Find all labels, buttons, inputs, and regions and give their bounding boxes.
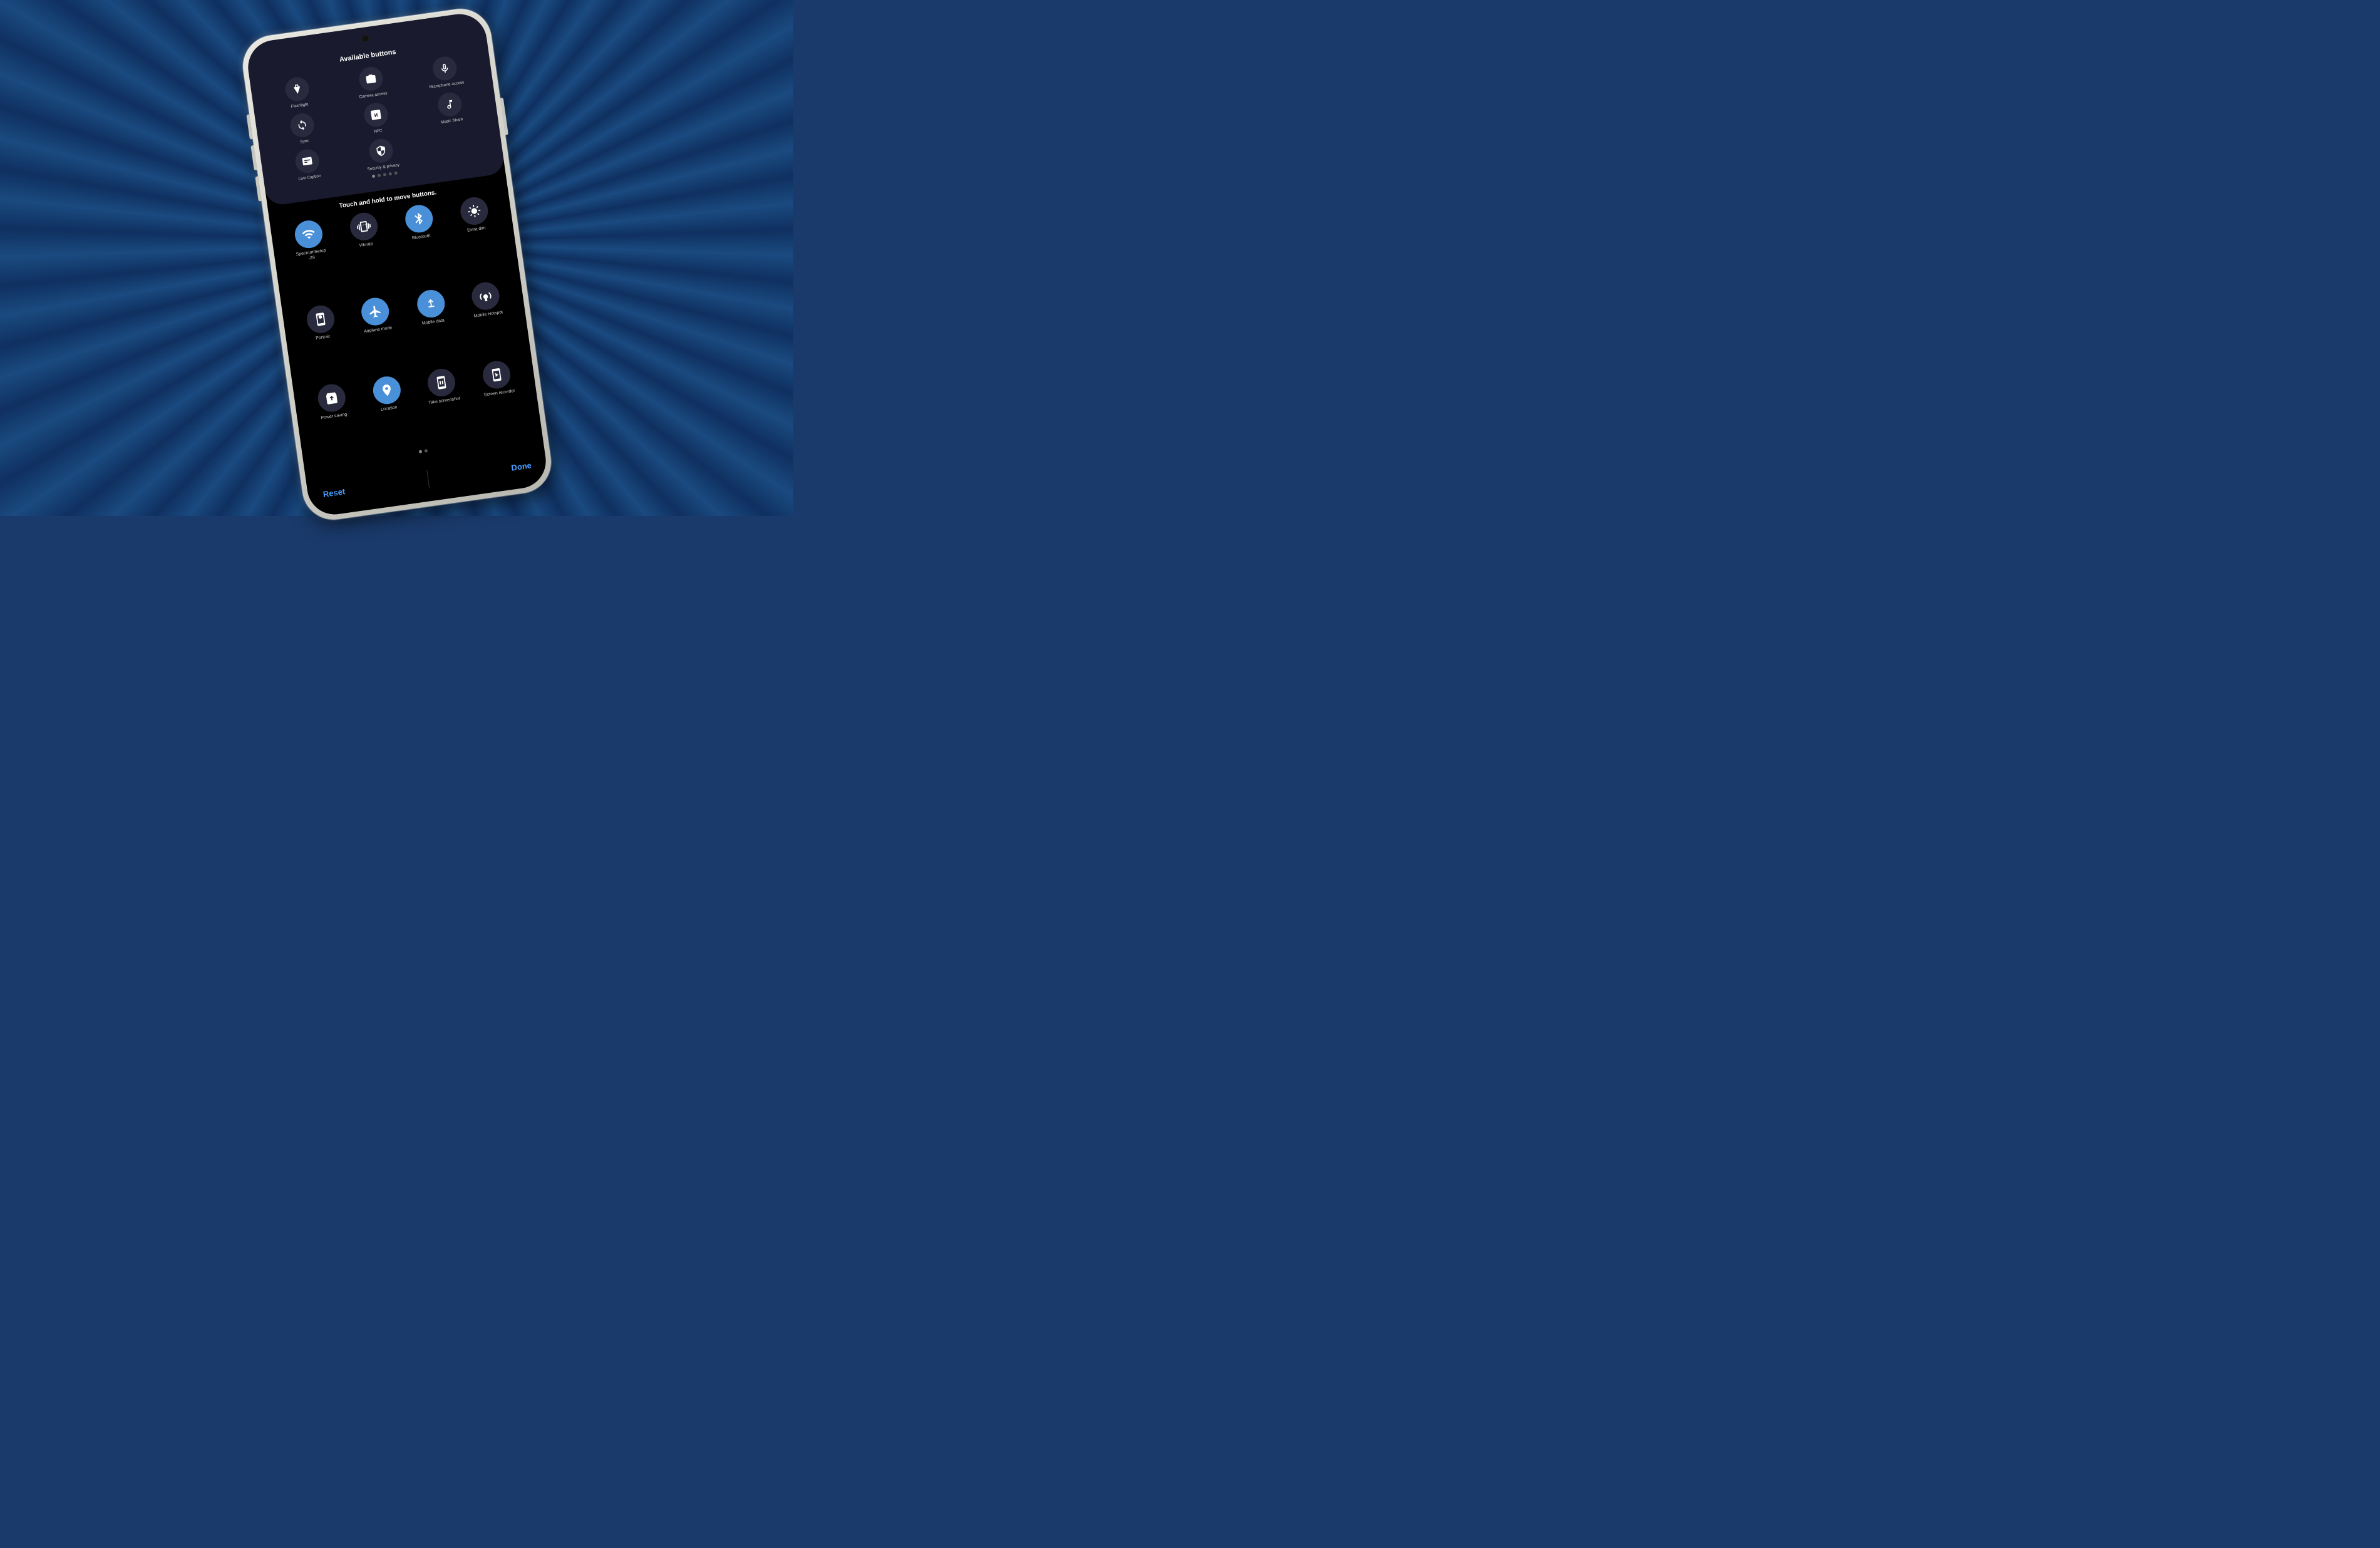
location-label: Location [380,405,397,413]
power-saving-icon [323,390,339,406]
live-caption-icon-circle [294,147,321,174]
tile-screen-recorder[interactable]: Screen recorder [479,359,515,398]
music-share-label: Music Share [440,117,463,125]
flashlight-icon [291,83,303,95]
live-caption-label: Live Caption [298,173,321,182]
sync-icon [296,118,308,131]
microphone-icon [438,62,450,75]
location-icon [378,383,394,398]
flashlight-icon-circle [284,76,311,103]
active-dot-2 [424,449,428,453]
nfc-icon-circle [362,101,389,128]
bluetooth-label: Bluetooth [411,234,430,242]
screen-recorder-icon [489,367,505,383]
spectrum-icon-circle [292,219,324,250]
hotspot-label: Mobile Hotspot [473,310,503,319]
tile-extra-dim[interactable]: Extra dim [458,196,490,235]
power-saving-label: Power saving [321,413,348,421]
tile-hotspot[interactable]: Mobile Hotspot [469,280,503,319]
music-share-icon [443,98,455,110]
camera-access-label: Camera access [359,91,388,100]
mobile-data-label: Mobile data [421,318,445,326]
divider [426,470,430,488]
active-buttons-section: Touch and hold to move buttons. Spectrum… [267,173,544,483]
tile-sync[interactable]: Sync [289,111,317,146]
screen-recorder-icon-circle [481,359,512,391]
active-dot-1 [418,450,422,453]
tile-location[interactable]: Location [371,375,403,414]
active-buttons-grid: SpectrumSetup -29 Vibrate [280,194,532,462]
dot-3 [383,173,386,177]
wifi-icon [301,227,316,242]
camera-access-icon-circle [357,65,384,92]
power-saving-icon-circle [316,383,347,414]
security-icon [374,144,387,157]
extra-dim-label: Extra dim [466,226,485,234]
reset-button[interactable]: Reset [322,487,345,499]
sync-label: Sync [299,138,309,145]
tile-spectrum[interactable]: SpectrumSetup -29 [287,219,330,264]
sync-icon-circle [289,111,316,138]
screenshot-label: Take screenshot [428,396,460,406]
tile-vibrate[interactable]: Vibrate [348,211,379,250]
screenshot-icon-circle [426,367,457,398]
hotspot-icon-circle [470,280,502,311]
flashlight-label: Flashlight [291,102,309,110]
tile-bluetooth[interactable]: Bluetooth [403,204,435,242]
nfc-icon [369,108,382,121]
location-icon-circle [371,375,402,406]
bluetooth-icon [411,211,426,227]
dot-5 [393,172,397,175]
available-section: Available buttons Flashlight [244,11,505,207]
music-share-icon-circle [436,91,463,118]
tile-nfc[interactable]: NFC [362,101,390,136]
tile-airplane[interactable]: Airplane mode [359,296,393,334]
done-button[interactable]: Done [510,460,532,472]
tile-flashlight[interactable]: Flashlight [284,76,312,110]
vibrate-icon [356,219,371,235]
tile-music-share[interactable]: Music Share [436,91,464,125]
tile-microphone-access[interactable]: Microphone access [425,54,464,90]
extra-dim-icon-circle [458,196,490,227]
spectrum-label: SpectrumSetup -29 [292,248,331,264]
extra-dim-icon [466,204,482,219]
tile-mobile-data[interactable]: Mobile data [415,288,446,327]
microphone-access-label: Microphone access [429,80,465,90]
bluetooth-icon-circle [403,204,434,235]
security-icon-circle [367,137,394,164]
live-caption-icon [301,155,313,167]
hotspot-icon [478,288,493,304]
tile-camera-access[interactable]: Camera access [355,65,388,100]
dot-2 [377,174,381,178]
tile-security-privacy[interactable]: Security & privacy [363,137,399,172]
tile-power-saving[interactable]: Power saving [316,383,348,421]
mobile-data-icon [423,296,438,311]
portrait-icon [312,311,328,327]
tile-screenshot[interactable]: Take screenshot [424,367,460,406]
vibrate-icon-circle [348,211,379,242]
security-privacy-label: Security & privacy [366,163,399,172]
mobile-data-icon-circle [415,288,446,319]
airplane-label: Airplane mode [363,326,392,335]
tile-live-caption[interactable]: Live Caption [294,147,322,182]
microphone-icon-circle [431,55,458,82]
screen-recorder-label: Screen recorder [483,389,515,398]
nfc-label: NFC [373,128,382,135]
dot-4 [388,172,392,176]
dot-1 [371,175,375,178]
vibrate-label: Vibrate [359,242,373,249]
portrait-label: Portrait [315,334,330,341]
airplane-icon-circle [359,296,391,327]
airplane-icon [368,304,383,319]
screenshot-icon [434,375,450,391]
portrait-icon-circle [304,304,336,335]
tile-portrait[interactable]: Portrait [304,304,336,343]
camera-access-icon [364,73,377,85]
